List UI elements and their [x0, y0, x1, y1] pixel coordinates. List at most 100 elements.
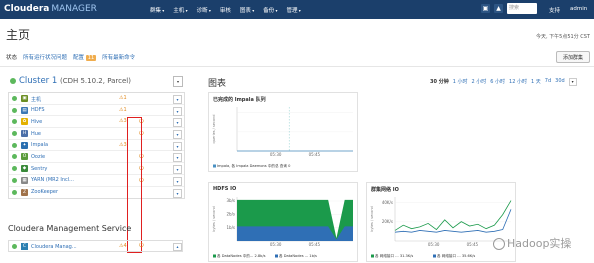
nav-backup[interactable]: 备份: [263, 6, 277, 14]
tab-status[interactable]: 状态: [6, 53, 17, 61]
service-actions-dropdown[interactable]: ▾: [173, 118, 182, 128]
page-tabs: 状态 所有运行状况问题 配置 11 所有最新命令: [6, 53, 135, 61]
service-name[interactable]: Hive: [31, 119, 42, 125]
service-name[interactable]: ZooKeeper: [31, 189, 58, 195]
service-name[interactable]: 主机: [31, 96, 41, 103]
nav-administration[interactable]: 管理: [287, 6, 301, 14]
time-range-option[interactable]: 2 小时: [471, 78, 486, 86]
service-actions-dropdown[interactable]: ▾: [173, 188, 182, 198]
nav-hosts[interactable]: 主机: [173, 6, 187, 14]
cluster-name[interactable]: Cluster 1: [19, 76, 57, 86]
status-icon: [12, 96, 17, 101]
service-row[interactable]: ✿ Hive ⚠3 ⏻ ▾: [9, 116, 184, 129]
nav-audits[interactable]: 审核: [220, 6, 231, 14]
cluster-header: Cluster 1 (CDH 5.10.2, Parcel): [10, 76, 131, 86]
y-tick-label: 1b/s: [226, 225, 235, 230]
warning-count: ⚠3: [119, 141, 127, 148]
config-issues-badge: 11: [85, 55, 97, 61]
service-list: ▣ 主机 ⚠1 ▾ ▤ HDFS ⚠1 ▾ ✿ Hive ⚠3 ⏻ ▾ H Hue ⏻ ▾ ✦ Impala ⚠3 ▾ O…: [8, 92, 185, 200]
y-tick-label: 3b/s: [226, 198, 235, 203]
cms-service-row[interactable]: C Cloudera Manag... ⚠4 ⏻ ▴: [8, 240, 183, 252]
nav-clusters[interactable]: 群集: [150, 6, 164, 14]
service-actions-dropdown[interactable]: ▾: [173, 106, 182, 116]
service-actions-dropdown[interactable]: ▾: [173, 141, 182, 151]
user-menu[interactable]: admin: [570, 6, 587, 12]
x-tick-label: 05:45: [467, 242, 479, 247]
parcel-icon[interactable]: ▣: [481, 4, 490, 13]
status-icon: [12, 119, 17, 125]
warning-count: ⚠3: [119, 118, 127, 125]
service-name[interactable]: YARN (MR2 Incl...: [31, 177, 74, 183]
service-actions-dropdown[interactable]: ▾: [173, 130, 182, 140]
charts-heading: 图表: [208, 79, 227, 89]
service-actions-dropdown[interactable]: ▾: [173, 153, 182, 163]
service-name[interactable]: HDFS: [31, 107, 45, 113]
service-row[interactable]: ◆ Sentry ⏻ ▾: [9, 163, 184, 175]
service-name[interactable]: Oozie: [31, 154, 45, 160]
area-series: [237, 226, 353, 241]
cloudera-manager-logo[interactable]: Cloudera MANAGER: [4, 4, 97, 14]
status-icon: [12, 244, 17, 249]
time-range-option[interactable]: 7d: [545, 78, 551, 86]
service-row[interactable]: ▤ HDFS ⚠1 ▾: [9, 105, 184, 117]
cluster-actions-dropdown[interactable]: ▾: [173, 76, 183, 87]
add-cluster-button[interactable]: 添加群集: [556, 51, 590, 63]
support-menu[interactable]: 支持: [549, 6, 560, 14]
running-commands-icon[interactable]: ▲: [494, 4, 503, 13]
service-row[interactable]: Z ZooKeeper ▾: [9, 187, 184, 199]
time-range-option[interactable]: 30d: [555, 78, 565, 86]
top-navbar: ClouderaMANAGER 群集 主机 诊断 审核 图表 备份 管理 ▣ ▲…: [0, 0, 594, 19]
line-series: [394, 200, 512, 231]
hdfs-io-chart[interactable]: bytes / second 1b/s 2b/s 3b/s 05:30 05:45 各 Da…: [208, 182, 358, 262]
zookeeper-icon: Z: [21, 188, 28, 196]
service-actions-dropdown[interactable]: ▾: [173, 165, 182, 175]
hdfs-chart-svg: bytes / second 1b/s 2b/s 3b/s 05:30 05:45 各 Da…: [212, 197, 353, 258]
time-range-option[interactable]: 1 小时: [453, 78, 468, 86]
y-axis-label: bytes / second: [212, 206, 216, 232]
hive-icon: ✿: [21, 118, 28, 126]
nav-charts[interactable]: 图表: [240, 6, 254, 14]
time-range-selector: 30 分钟 1 小时 2 小时 6 小时 12 小时 1 天 7d 30d ▾: [430, 78, 577, 86]
hdfs-icon: ▤: [21, 106, 28, 114]
cms-service-name[interactable]: Cloudera Manag...: [31, 244, 77, 250]
impala-queries-chart[interactable]: queries / second 05:30 05:45 Impala, 各 Impa…: [208, 92, 358, 172]
yarn-icon: ▦: [21, 176, 28, 184]
x-tick-label: 05:30: [270, 152, 282, 157]
cluster-status-icon: [10, 77, 16, 84]
service-name[interactable]: Hue: [31, 131, 41, 137]
tab-recent-commands[interactable]: 所有最新命令: [102, 53, 135, 61]
service-actions-dropdown[interactable]: ▾: [173, 95, 182, 104]
tab-health-issues[interactable]: 所有运行状况问题: [23, 53, 67, 61]
oozie-icon: O: [21, 153, 28, 161]
service-row[interactable]: ▣ 主机 ⚠1 ▾: [9, 93, 184, 105]
legend-label: 各 DataNodes 中的... 2.8b/s: [217, 253, 266, 258]
top-icons: ▣ ▲: [481, 4, 503, 13]
status-icon: [12, 131, 17, 137]
service-row[interactable]: ✦ Impala ⚠3 ▾: [9, 140, 184, 152]
nav-diagnostics[interactable]: 诊断: [197, 6, 211, 14]
service-actions-dropdown[interactable]: ▾: [173, 176, 182, 186]
watermark: Hadoop实操: [493, 235, 571, 251]
time-range-option[interactable]: 1 天: [531, 78, 541, 86]
legend-label: 各 DataNodes ... 1b/s: [279, 253, 317, 258]
time-range-option[interactable]: 6 小时: [490, 78, 505, 86]
tab-configuration[interactable]: 配置 11: [73, 53, 97, 61]
y-tick-label: 40K/s: [382, 200, 393, 205]
status-icon: [12, 177, 17, 183]
restart-needed-icon[interactable]: ⏻: [139, 242, 144, 250]
search-input[interactable]: 搜索: [507, 3, 537, 14]
service-row[interactable]: H Hue ⏻ ▾: [9, 128, 184, 140]
time-range-dropdown[interactable]: ▾: [568, 78, 577, 86]
time-range-option[interactable]: 30 分钟: [430, 78, 449, 86]
legend-swatch: [213, 164, 216, 168]
service-name[interactable]: Impala: [31, 142, 48, 148]
service-name[interactable]: Sentry: [31, 166, 47, 172]
time-range-option[interactable]: 12 小时: [509, 78, 527, 86]
service-row[interactable]: ▦ YARN (MR2 Incl... ⏻ ▾: [9, 175, 184, 187]
legend-label: 各 网络接口 ... 31.3K/s: [375, 253, 413, 258]
legend-swatch: [433, 254, 436, 258]
x-tick-label: 05:45: [309, 242, 321, 247]
service-row[interactable]: O Oozie ⏻ ▾: [9, 151, 184, 164]
cms-actions-dropdown[interactable]: ▴: [173, 243, 182, 251]
cms-heading: Cloudera Management Service: [8, 224, 132, 233]
